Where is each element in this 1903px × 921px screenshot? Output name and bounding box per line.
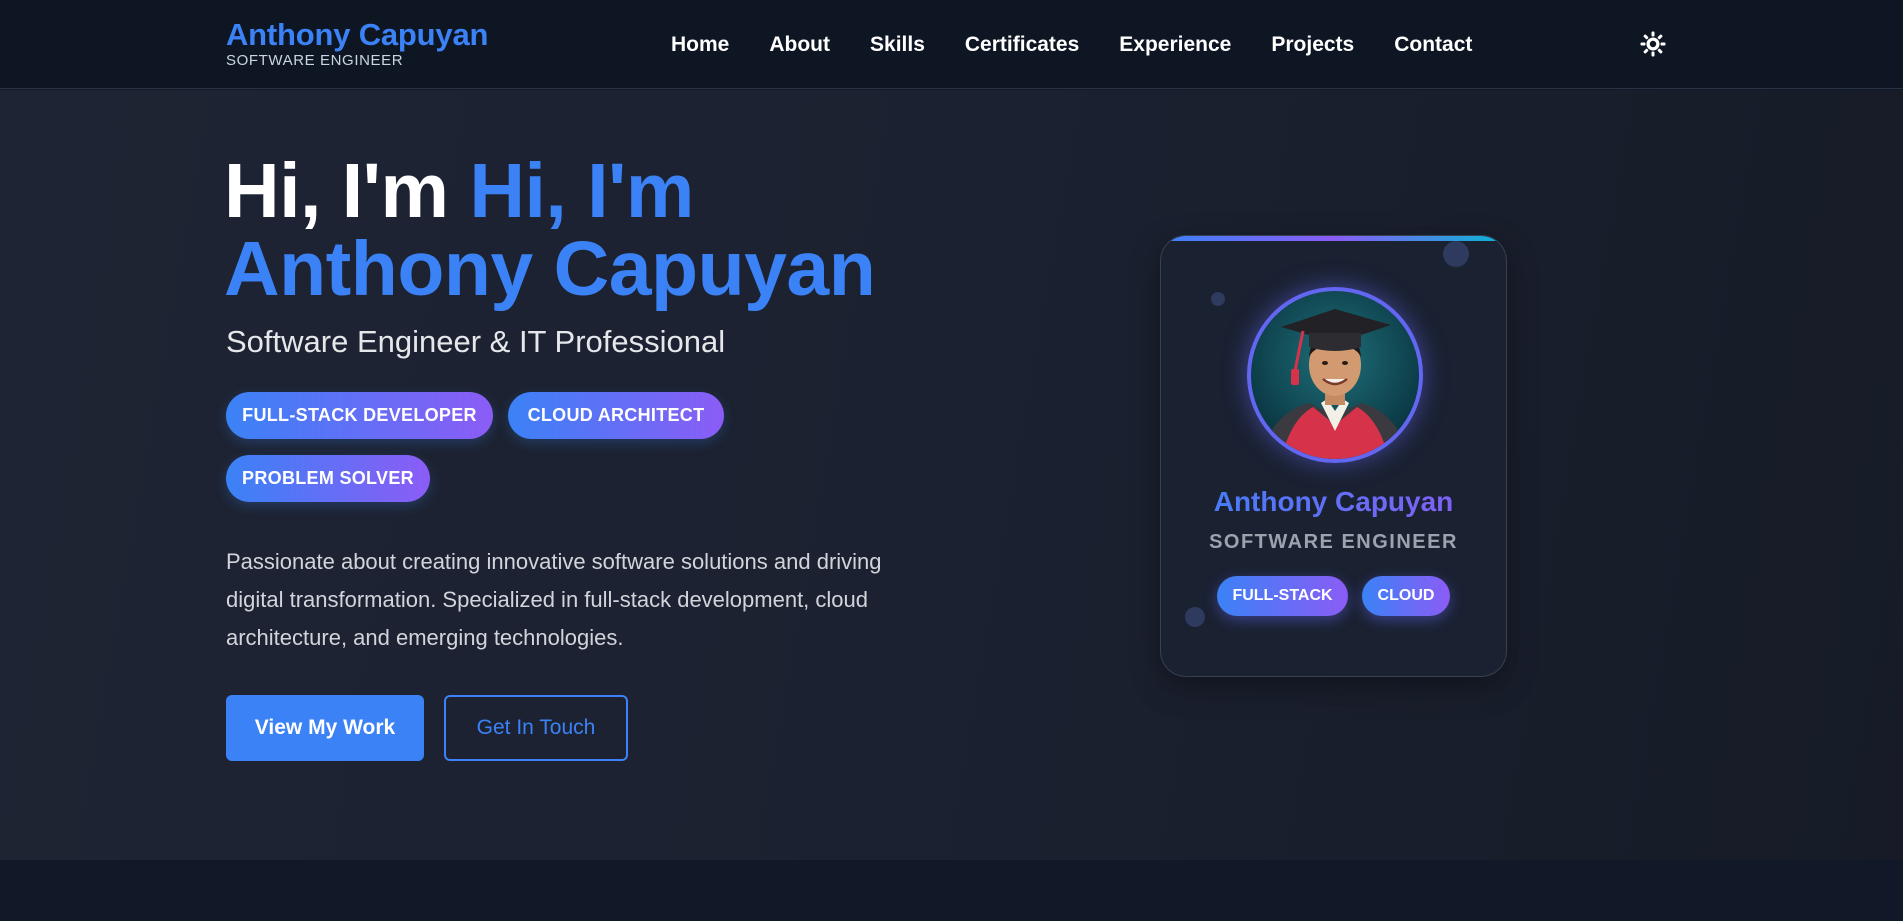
hero-subtitle: Software Engineer & IT Professional [226, 324, 726, 359]
card-name: Anthony Capuyan [1161, 486, 1506, 518]
card-tag-cloud: CLOUD [1362, 576, 1450, 616]
brand-name[interactable]: Anthony Capuyan [226, 17, 488, 52]
hero-title-highlight-2: Anthony Capuyan [224, 226, 876, 312]
nav-about[interactable]: About [769, 30, 830, 60]
brand[interactable]: Anthony Capuyan SOFTWARE ENGINEER [226, 17, 488, 70]
card-role: SOFTWARE ENGINEER [1209, 531, 1458, 553]
nav-projects[interactable]: Projects [1271, 30, 1354, 60]
decorative-dot [1185, 607, 1205, 627]
role-tag-problem-solver: PROBLEM SOLVER [226, 455, 430, 502]
sun-icon [1640, 31, 1666, 57]
graduate-portrait-image [1261, 309, 1409, 459]
nav-experience[interactable]: Experience [1119, 30, 1231, 60]
card-tag-fullstack: FULL-STACK [1217, 576, 1348, 616]
profile-card: Anthony Capuyan SOFTWARE ENGINEER FULL-S… [1160, 235, 1507, 677]
navbar: Anthony Capuyan SOFTWARE ENGINEER Home A… [0, 0, 1903, 89]
hero-section: Hi, I'm Hi, I'm Anthony Capuyan Software… [0, 90, 1903, 860]
avatar [1247, 287, 1423, 463]
main-nav: Home About Skills Certificates Experienc… [671, 30, 1512, 60]
hero-title-highlight-1: Hi, I'm [469, 148, 694, 234]
nav-certificates[interactable]: Certificates [965, 30, 1079, 60]
nav-home[interactable]: Home [671, 30, 729, 60]
role-tag-cloud-architect: CLOUD ARCHITECT [508, 392, 724, 439]
nav-skills[interactable]: Skills [870, 30, 925, 60]
brand-subtitle: SOFTWARE ENGINEER [226, 52, 404, 69]
hero-description: Passionate about creating innovative sof… [226, 549, 882, 650]
decorative-dot [1211, 292, 1225, 306]
next-section-strip [0, 860, 1903, 921]
get-in-touch-button[interactable]: Get In Touch [444, 695, 628, 761]
theme-toggle-button[interactable] [1639, 30, 1667, 58]
nav-contact[interactable]: Contact [1394, 30, 1472, 60]
decorative-dot [1443, 241, 1469, 267]
hero-title: Hi, I'm Hi, I'm Anthony Capuyan [224, 152, 1124, 308]
view-my-work-button[interactable]: View My Work [226, 695, 424, 761]
hero-title-prefix: Hi, I'm [224, 148, 449, 234]
role-tag-fullstack: FULL-STACK DEVELOPER [226, 392, 493, 439]
